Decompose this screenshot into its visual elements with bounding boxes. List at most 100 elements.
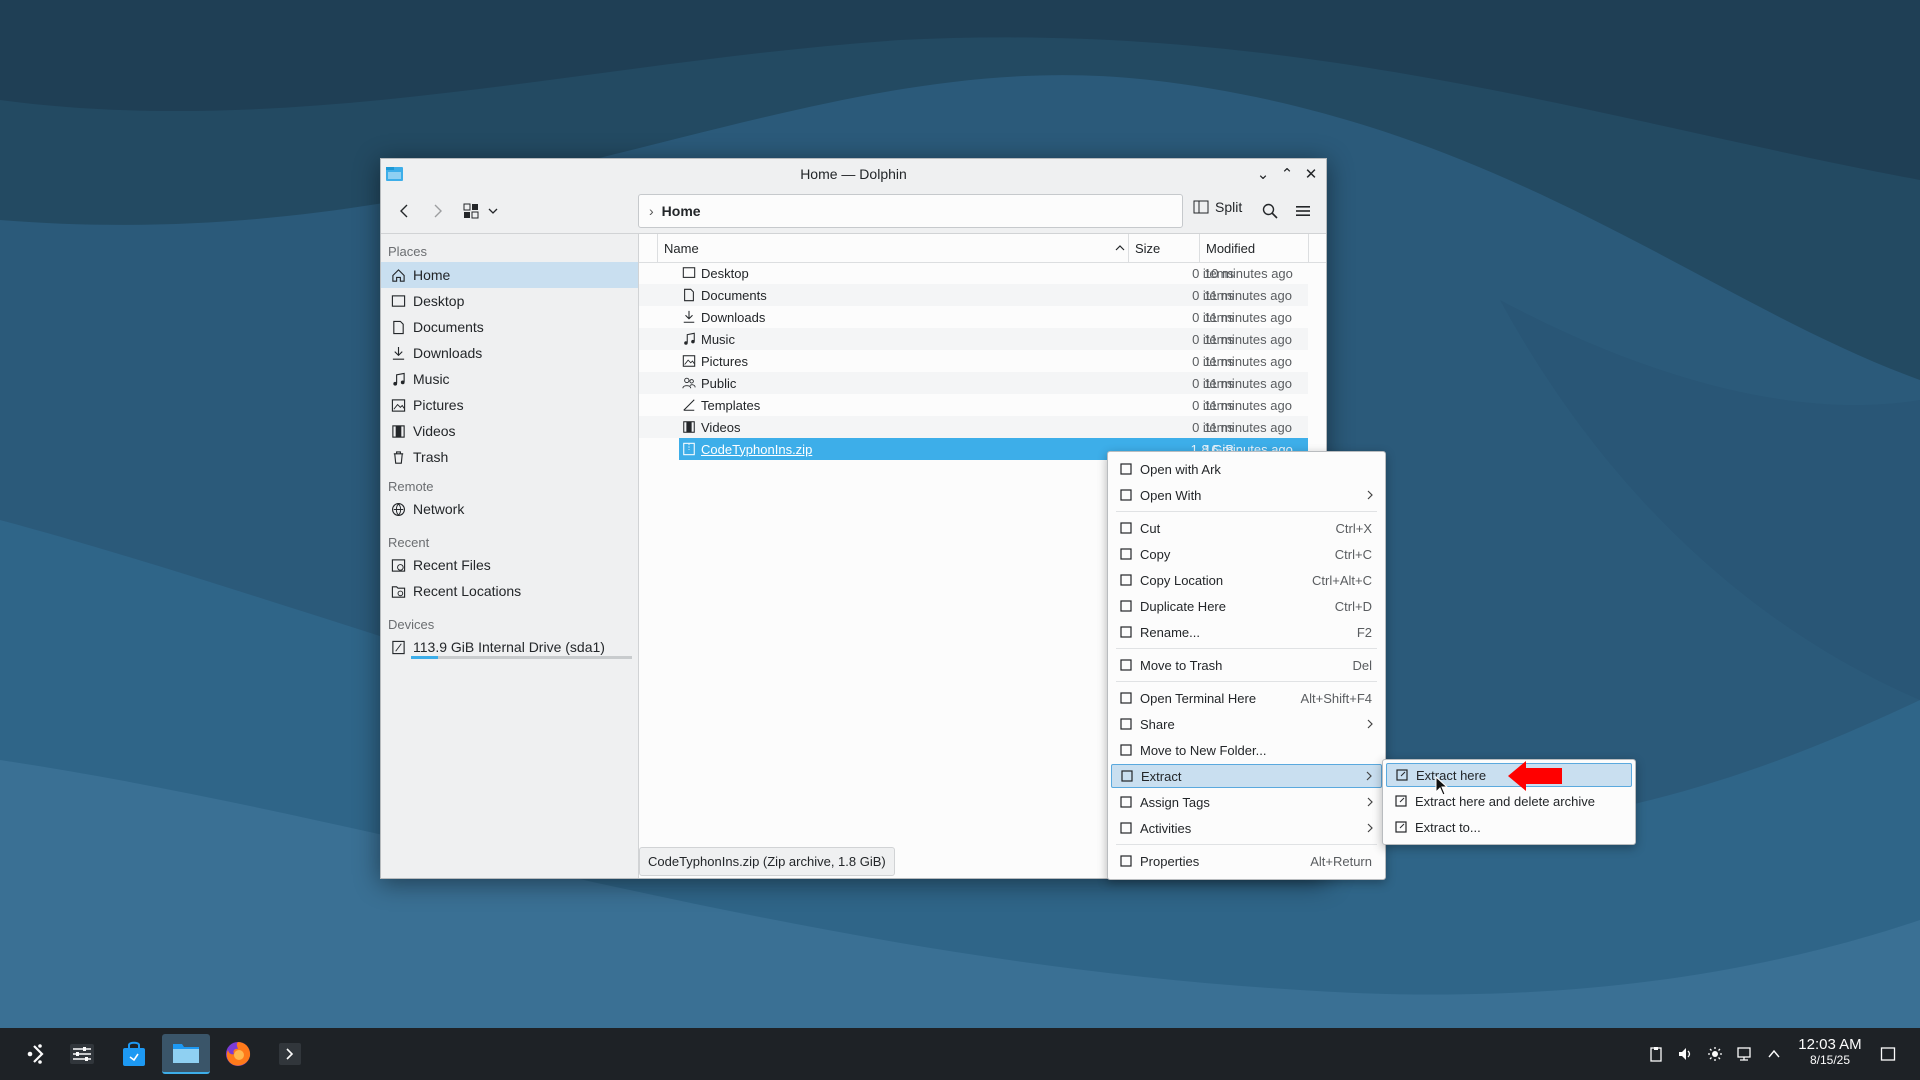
file-row-music[interactable]: Music 0 items 11 minutes ago [639, 328, 1308, 350]
file-row-desktop[interactable]: Desktop 0 items 10 minutes ago [639, 262, 1308, 284]
digital-clock[interactable]: 12:03 AM 8/15/25 [1790, 1036, 1870, 1067]
app-launcher-button[interactable] [12, 1034, 56, 1074]
menu-item-label: Duplicate Here [1140, 598, 1226, 614]
menu-item-open-terminal-here[interactable]: Open Terminal Here Alt+Shift+F4 [1111, 686, 1382, 710]
settings-sliders-icon [70, 1044, 94, 1064]
properties-icon [1119, 854, 1133, 868]
templates-icon [681, 397, 697, 413]
desktop-icon [390, 293, 406, 309]
maximize-icon[interactable]: ⌃ [1278, 165, 1296, 183]
sidebar-item-recent-locations[interactable]: Recent Locations [381, 578, 638, 604]
menu-separator [1116, 681, 1377, 682]
copy-location-icon [1119, 573, 1133, 587]
back-arrow-icon [400, 204, 408, 218]
dolphin-taskbar-button[interactable] [162, 1034, 210, 1074]
public-icon [681, 375, 697, 391]
menu-item-activities[interactable]: Activities [1111, 816, 1382, 840]
clipboard-icon[interactable] [1646, 1044, 1666, 1064]
sidebar-item-desktop[interactable]: Desktop [381, 288, 638, 314]
recent-files-icon [390, 557, 406, 573]
menu-item-properties[interactable]: Properties Alt+Return [1111, 849, 1382, 873]
menu-item-label: Copy Location [1140, 572, 1224, 588]
sidebar-item-trash[interactable]: Trash [381, 444, 638, 470]
location-bar[interactable]: › Home [638, 194, 1183, 228]
firefox-button[interactable] [216, 1034, 260, 1074]
menu-item-share[interactable]: Share [1111, 712, 1382, 736]
volume-icon[interactable] [1675, 1044, 1695, 1064]
tray-expand-chevron-icon[interactable] [1764, 1044, 1784, 1064]
forward-button[interactable] [423, 197, 451, 225]
menu-item-extract[interactable]: Extract [1111, 764, 1382, 788]
menu-item-assign-tags[interactable]: Assign Tags [1111, 790, 1382, 814]
split-button[interactable]: Split [1193, 199, 1242, 215]
submenu-item-extract-to[interactable]: Extract to... [1386, 815, 1632, 839]
column-size[interactable]: Size [1135, 234, 1160, 262]
menu-item-open-with[interactable]: Open With [1111, 483, 1382, 507]
sidebar-item-downloads[interactable]: Downloads [381, 340, 638, 366]
sidebar-item-music[interactable]: Music [381, 366, 638, 392]
menu-item-move-to-new-folder[interactable]: Move to New Folder... [1111, 738, 1382, 762]
system-settings-button[interactable] [60, 1034, 104, 1074]
sidebar-item-home[interactable]: Home [381, 262, 638, 288]
sidebar-item-network[interactable]: Network [381, 496, 638, 522]
file-row-public[interactable]: Public 0 items 11 minutes ago [639, 372, 1308, 394]
mouse-cursor-icon [1435, 776, 1449, 796]
extract-icon [1394, 794, 1408, 808]
file-row-pictures[interactable]: Pictures 0 items 11 minutes ago [639, 350, 1308, 372]
header-spacer [639, 234, 657, 262]
close-icon[interactable]: ✕ [1302, 165, 1320, 183]
documents-icon [681, 287, 697, 303]
menu-item-label: Move to Trash [1140, 657, 1223, 673]
menu-item-rename[interactable]: Rename... F2 [1111, 620, 1382, 644]
status-text: CodeTyphonIns.zip (Zip archive, 1.8 GiB) [639, 846, 895, 876]
network-wired-icon[interactable] [1734, 1044, 1754, 1064]
shopping-bag-icon [123, 1041, 145, 1066]
menu-item-cut[interactable]: Cut Ctrl+X [1111, 516, 1382, 540]
section-places: Places [388, 244, 428, 259]
drive-usage-bar [411, 656, 632, 659]
back-button[interactable] [391, 197, 419, 225]
view-mode-dropdown[interactable] [485, 197, 501, 225]
breadcrumb-home[interactable]: Home [662, 203, 701, 219]
downloads-icon [390, 345, 406, 361]
view-mode-button[interactable] [459, 197, 483, 225]
column-modified[interactable]: Modified [1206, 234, 1255, 262]
menu-item-move-to-trash[interactable]: Move to Trash Del [1111, 653, 1382, 677]
menu-item-copy[interactable]: Copy Ctrl+C [1111, 542, 1382, 566]
sidebar-item-videos[interactable]: Videos [381, 418, 638, 444]
search-button[interactable] [1258, 199, 1282, 223]
menu-item-label: Properties [1140, 853, 1200, 869]
title-bar[interactable]: Home — Dolphin ⌄ ⌃ ✕ [381, 159, 1326, 189]
drive-usage-fill [411, 656, 438, 659]
hamburger-menu-button[interactable] [1291, 199, 1315, 223]
documents-icon [390, 319, 406, 335]
menu-item-label: Rename... [1140, 624, 1200, 640]
brightness-icon[interactable] [1705, 1044, 1725, 1064]
music-icon [681, 331, 697, 347]
desktop-icon [681, 265, 697, 281]
extract-icon [1395, 768, 1409, 782]
discover-store-button[interactable] [112, 1034, 156, 1074]
menu-item-shortcut: Ctrl+C [1334, 546, 1372, 562]
menu-item-copy-location[interactable]: Copy Location Ctrl+Alt+C [1111, 568, 1382, 592]
file-row-downloads[interactable]: Downloads 0 items 11 minutes ago [639, 306, 1308, 328]
sidebar-item-pictures[interactable]: Pictures [381, 392, 638, 418]
sidebar-item-internal-drive[interactable]: 113.9 GiB Internal Drive (sda1) [381, 634, 638, 660]
submenu-item-extract-here-and-delete-archive[interactable]: Extract here and delete archive [1386, 789, 1632, 813]
terminal-icon [279, 1043, 301, 1065]
dolphin-app-icon [386, 167, 403, 181]
sidebar-item-recent-files[interactable]: Recent Files [381, 552, 638, 578]
file-row-documents[interactable]: Documents 0 items 11 minutes ago [639, 284, 1308, 306]
konsole-button[interactable] [268, 1034, 312, 1074]
sidebar-item-documents[interactable]: Documents [381, 314, 638, 340]
file-row-videos[interactable]: Videos 0 items 11 minutes ago [639, 416, 1308, 438]
menu-item-duplicate-here[interactable]: Duplicate Here Ctrl+D [1111, 594, 1382, 618]
minimize-icon[interactable]: ⌄ [1254, 165, 1272, 183]
show-desktop-icon[interactable] [1878, 1044, 1898, 1064]
menu-item-open-with-ark[interactable]: Open with Ark [1111, 457, 1382, 481]
file-row-templates[interactable]: Templates 0 items 11 minutes ago [639, 394, 1308, 416]
menu-item-label: Share [1140, 716, 1175, 732]
column-name[interactable]: Name [664, 234, 1144, 262]
cut-icon [1119, 521, 1133, 535]
chevron-right-icon [1366, 795, 1374, 810]
